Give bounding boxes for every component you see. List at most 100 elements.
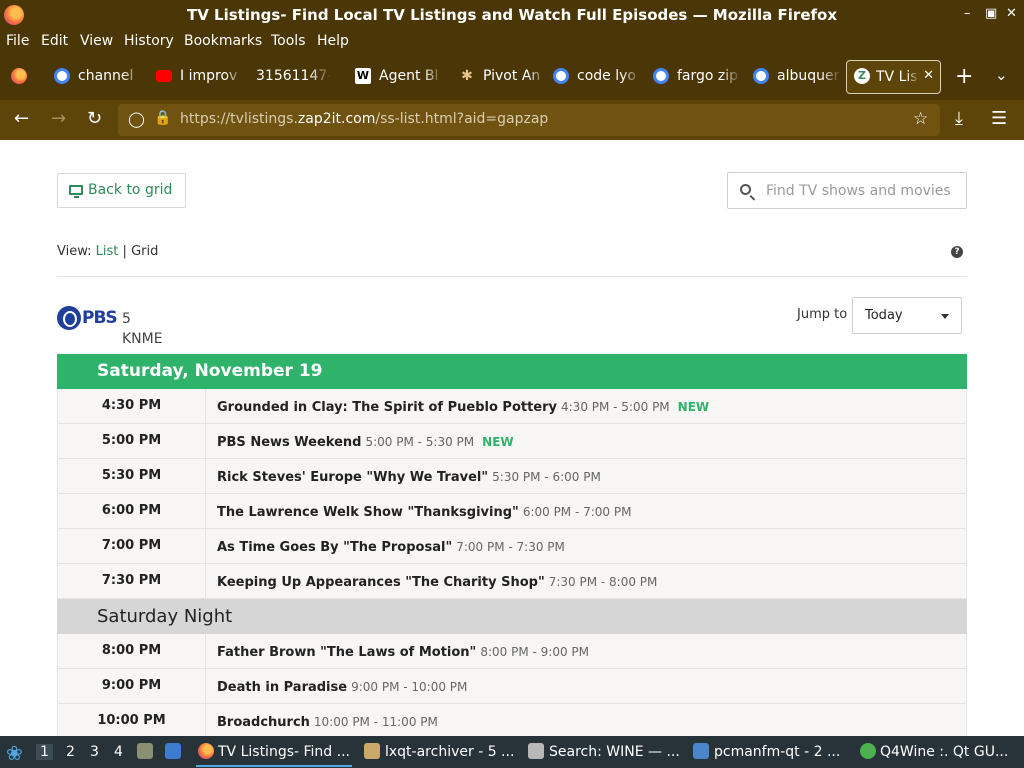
listing-row[interactable]: 9:00 PM Death in Paradise 9:00 PM - 10:00… xyxy=(57,669,967,704)
q4wine-icon xyxy=(860,743,876,759)
google-icon xyxy=(553,68,569,84)
shield-icon[interactable]: ◯ xyxy=(128,110,145,128)
tab-channel[interactable]: channel xyxy=(44,60,142,94)
listing-title[interactable]: Father Brown "The Laws of Motion" xyxy=(217,645,476,660)
jump-to-select[interactable]: Today xyxy=(852,297,962,334)
listing-row[interactable]: 7:30 PM Keeping Up Appearances "The Char… xyxy=(57,564,967,599)
lock-icon[interactable]: 🔒 xyxy=(154,110,171,126)
listing-title[interactable]: Death in Paradise xyxy=(217,680,347,695)
tab-label: 31561147- xyxy=(256,68,332,84)
search-box[interactable] xyxy=(727,172,967,209)
tab-fargo[interactable]: fargo zip xyxy=(643,60,741,94)
firefox-icon xyxy=(198,743,214,759)
close-icon[interactable]: ✕ xyxy=(1006,6,1017,21)
listing-row[interactable]: 7:00 PM As Time Goes By "The Proposal" 7:… xyxy=(57,529,967,564)
listing-title[interactable]: PBS News Weekend xyxy=(217,435,361,450)
tab-label: channel xyxy=(78,68,134,84)
workspace-4[interactable]: 4 xyxy=(114,744,123,760)
back-to-grid-button[interactable]: Back to grid xyxy=(57,173,186,208)
workspace-3[interactable]: 3 xyxy=(90,744,99,760)
view-switcher: View: List | Grid xyxy=(57,244,158,259)
listing-title[interactable]: As Time Goes By "The Proposal" xyxy=(217,540,452,555)
listing-title[interactable]: The Lawrence Welk Show "Thanksgiving" xyxy=(217,505,519,520)
tab-label: Agent Bl xyxy=(379,68,439,84)
tab-label: TV List xyxy=(876,69,920,85)
workspace-2[interactable]: 2 xyxy=(66,744,75,760)
listing-title[interactable]: Keeping Up Appearances "The Charity Shop… xyxy=(217,575,545,590)
firefox-view-tab[interactable] xyxy=(0,60,40,94)
listing-time-range: 4:30 PM - 5:00 PM xyxy=(561,400,670,414)
listing-title[interactable]: Rick Steves' Europe "Why We Travel" xyxy=(217,470,488,485)
view-list-link[interactable]: List xyxy=(96,244,119,259)
hamburger-menu-icon[interactable]: ☰ xyxy=(991,109,1007,129)
taskbar-item-q4wine[interactable]: Q4Wine :. Qt GU... xyxy=(880,744,1008,760)
listing-title[interactable]: Broadchurch xyxy=(217,715,310,730)
reload-icon[interactable]: ↻ xyxy=(87,109,102,129)
monitor-icon xyxy=(69,185,83,198)
workspace-1[interactable]: 1 xyxy=(36,744,53,760)
tab-label: fargo zip xyxy=(677,68,739,84)
youtube-icon xyxy=(156,70,172,82)
divider xyxy=(57,276,967,277)
listing-time: 9:00 PM xyxy=(58,669,206,703)
daypart-header-label: Saturday Night xyxy=(97,606,233,627)
tab-code[interactable]: code lyo xyxy=(543,60,641,94)
menu-help[interactable]: Help xyxy=(317,33,349,49)
menu-file[interactable]: File xyxy=(6,33,29,49)
listing-time-range: 8:00 PM - 9:00 PM xyxy=(480,645,590,659)
menu-view[interactable]: View xyxy=(80,33,113,49)
listing-row[interactable]: 5:30 PM Rick Steves' Europe "Why We Trav… xyxy=(57,459,967,494)
download-icon[interactable]: ⤓ xyxy=(955,109,963,129)
active-indicator xyxy=(196,765,352,767)
google-icon xyxy=(653,68,669,84)
taskbar-item-pcmanfm[interactable]: pcmanfm-qt - 2 ... xyxy=(714,744,840,760)
listing-row[interactable]: 10:00 PM Broadchurch 10:00 PM - 11:00 PM xyxy=(57,704,967,736)
new-tab-icon[interactable]: + xyxy=(955,64,973,89)
tab-wikipedia[interactable]: W Agent Bl xyxy=(345,60,443,94)
tab-document[interactable]: 31561147- xyxy=(222,60,332,94)
url-text[interactable]: https://tvlistings.zap2it.com/ss-list.ht… xyxy=(180,111,548,127)
address-bar[interactable]: ◯ 🔒 https://tvlistings.zap2it.com/ss-lis… xyxy=(118,104,940,136)
listing-time-range: 9:00 PM - 10:00 PM xyxy=(351,680,468,694)
wikipedia-icon: W xyxy=(355,68,371,84)
search-input[interactable] xyxy=(766,181,961,201)
pbs-head-icon xyxy=(57,306,81,330)
back-arrow-icon[interactable]: ← xyxy=(14,109,29,129)
tab-list-chevron-icon[interactable]: ⌄ xyxy=(995,66,1008,84)
pbs-logo-text: PBS xyxy=(82,308,118,328)
listing-title[interactable]: Grounded in Clay: The Spirit of Pueblo P… xyxy=(217,400,557,415)
listing-time: 7:00 PM xyxy=(58,529,206,563)
window-titlebar: TV Listings- Find Local TV Listings and … xyxy=(0,0,1024,30)
bookmark-star-icon[interactable]: ☆ xyxy=(913,109,928,129)
listing-row[interactable]: 6:00 PM The Lawrence Welk Show "Thanksgi… xyxy=(57,494,967,529)
forward-arrow-icon[interactable]: → xyxy=(51,109,66,129)
listing-row[interactable]: 4:30 PM Grounded in Clay: The Spirit of … xyxy=(57,389,967,424)
listing-row[interactable]: 8:00 PM Father Brown "The Laws of Motion… xyxy=(57,634,967,669)
listing-time: 5:00 PM xyxy=(58,424,206,458)
taskbar-item-archiver[interactable]: lxqt-archiver - 5 ... xyxy=(385,744,514,760)
menu-bookmarks[interactable]: Bookmarks xyxy=(184,33,262,49)
minimize-icon[interactable]: – xyxy=(964,6,971,21)
tab-tv-listings[interactable]: Z TV List ✕ xyxy=(846,60,941,94)
folder-icon xyxy=(693,743,709,759)
menu-tools[interactable]: Tools xyxy=(271,33,306,49)
start-menu-icon[interactable]: ❀ xyxy=(6,741,23,765)
window-title: TV Listings- Find Local TV Listings and … xyxy=(186,6,837,24)
file-manager-icon[interactable] xyxy=(137,743,153,759)
menu-edit[interactable]: Edit xyxy=(41,33,68,49)
listing-time-range: 5:30 PM - 6:00 PM xyxy=(492,470,601,484)
new-badge: NEW xyxy=(482,435,514,449)
tab-albuquerque[interactable]: albuquer xyxy=(743,60,841,94)
help-icon[interactable]: ? xyxy=(951,246,963,258)
menu-history[interactable]: History xyxy=(124,33,174,49)
tab-pivot[interactable]: ✱ Pivot An xyxy=(449,60,547,94)
tab-strip: channel I improv 31561147- W Agent Bl ✱ … xyxy=(0,54,1024,100)
taskbar-item-firefox[interactable]: TV Listings- Find ... xyxy=(218,744,350,760)
tab-close-icon[interactable]: ✕ xyxy=(923,68,934,83)
taskbar-item-search[interactable]: Search: WINE — ... xyxy=(549,744,680,760)
show-desktop-icon[interactable] xyxy=(165,743,181,759)
listing-row[interactable]: 5:00 PM PBS News Weekend 5:00 PM - 5:30 P… xyxy=(57,424,967,459)
maximize-icon[interactable]: ▣ xyxy=(985,6,997,21)
listing-time: 7:30 PM xyxy=(58,564,206,598)
view-grid-link[interactable]: Grid xyxy=(131,244,158,259)
